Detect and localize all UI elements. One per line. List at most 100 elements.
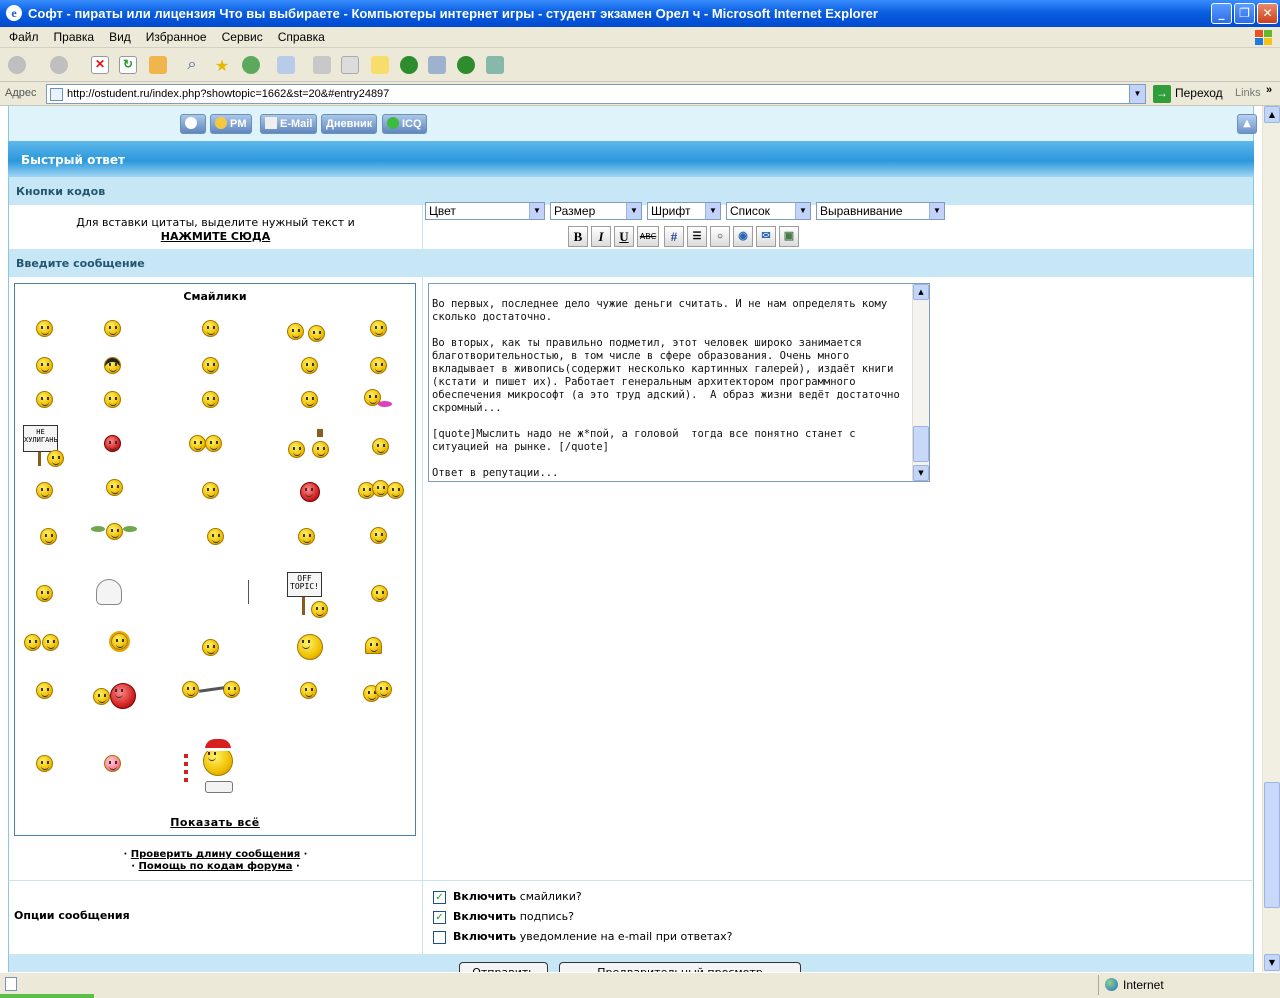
message-textarea[interactable]: Во первых, последнее дело чужие деньги с… <box>428 283 930 482</box>
email-icon[interactable]: ✉ <box>756 226 776 247</box>
stop-icon[interactable]: ✕ <box>91 56 109 74</box>
rolleyes-icon[interactable] <box>202 357 219 374</box>
angel-icon[interactable] <box>106 523 123 540</box>
cheers-icon[interactable] <box>308 325 325 342</box>
close-button[interactable]: ✕ <box>1257 3 1278 24</box>
bold-button[interactable]: B <box>568 226 588 247</box>
lookdown-icon[interactable] <box>297 634 323 660</box>
scroll-down-icon[interactable]: ▼ <box>913 465 929 481</box>
devil-icon[interactable] <box>300 482 320 502</box>
offtopic-face-icon[interactable] <box>311 601 328 618</box>
preview-button[interactable]: Предварительный просмотр <box>559 962 801 972</box>
message-scrollbar[interactable]: ▲ ▼ <box>912 284 929 481</box>
bullet-icon[interactable]: ○ <box>710 226 730 247</box>
icq-button[interactable]: ICQ <box>382 114 427 134</box>
gang-icon[interactable] <box>375 681 392 698</box>
sun-icon[interactable] <box>111 633 128 650</box>
check-length-link[interactable]: Проверить длину сообщения <box>131 849 300 860</box>
worried-icon[interactable] <box>36 391 53 408</box>
menu-file[interactable]: Файл <box>0 27 45 44</box>
dry-icon[interactable] <box>207 528 224 545</box>
scream-icon[interactable] <box>301 391 318 408</box>
icq-flower-icon[interactable] <box>457 56 475 74</box>
bomb-icon[interactable] <box>110 683 136 709</box>
hugs-icon[interactable] <box>24 634 41 651</box>
tongue-icon[interactable] <box>36 482 53 499</box>
hammer-icon[interactable] <box>288 441 305 458</box>
cheers-icon[interactable] <box>287 323 304 340</box>
scroll-top-icon[interactable]: ▲ <box>1237 114 1257 134</box>
angry-icon[interactable] <box>47 450 64 467</box>
scared-icon[interactable] <box>300 682 317 699</box>
email-button[interactable]: E-Mail <box>260 114 318 134</box>
surprised-icon[interactable] <box>202 391 219 408</box>
fight-icon[interactable] <box>182 681 199 698</box>
unsure-icon[interactable] <box>36 585 53 602</box>
mad-icon[interactable] <box>104 435 121 452</box>
minimize-button[interactable]: _ <box>1211 3 1232 24</box>
happy-icon[interactable] <box>106 479 123 496</box>
forward-icon[interactable] <box>50 56 68 74</box>
thinking-icon[interactable] <box>40 528 57 545</box>
search-icon[interactable]: ⌕ <box>183 56 201 74</box>
fight-icon[interactable] <box>223 681 240 698</box>
profile-button[interactable] <box>180 114 206 134</box>
crying-icon[interactable] <box>370 357 387 374</box>
italic-button[interactable]: I <box>591 226 611 247</box>
scroll-down-icon[interactable]: ▼ <box>1264 954 1280 971</box>
discuss-icon[interactable] <box>371 56 389 74</box>
biggrin-icon[interactable] <box>370 320 387 337</box>
diary-button[interactable]: Дневник <box>321 114 378 134</box>
hammer-icon[interactable] <box>312 441 329 458</box>
align-select[interactable]: Выравнивание ▼ <box>816 202 945 220</box>
font-select[interactable]: Шрифт ▼ <box>647 202 721 220</box>
confused-icon[interactable] <box>301 357 318 374</box>
twins-icon[interactable] <box>205 435 222 452</box>
maximize-button[interactable]: ❐ <box>1234 3 1255 24</box>
scroll-up-icon[interactable]: ▲ <box>1264 106 1280 123</box>
ghost-icon[interactable] <box>96 579 122 605</box>
mail-icon[interactable] <box>277 56 295 74</box>
page-scrollbar[interactable]: ▲ ▼ <box>1262 106 1280 972</box>
strike-button[interactable]: ABC <box>637 226 659 247</box>
nerd-icon[interactable] <box>370 527 387 544</box>
submit-button[interactable]: Отправить <box>459 962 548 972</box>
sad-icon[interactable] <box>36 682 53 699</box>
chevron-down-icon[interactable]: ▼ <box>1129 85 1145 103</box>
print-icon[interactable] <box>313 56 331 74</box>
scroll-thumb[interactable] <box>913 426 929 462</box>
refresh-icon[interactable]: ↻ <box>119 56 137 74</box>
pals-icon[interactable] <box>387 482 404 499</box>
blush-icon[interactable] <box>202 482 219 499</box>
hash-button[interactable]: # <box>664 226 684 247</box>
links-toolbar[interactable]: Links <box>1235 87 1261 99</box>
research-icon[interactable] <box>428 56 446 74</box>
image-icon[interactable]: ▣ <box>779 226 799 247</box>
address-input[interactable]: http://ostudent.ru/index.php?showtopic=1… <box>46 84 1146 104</box>
menu-favorites[interactable]: Избранное <box>137 27 213 44</box>
menu-edit[interactable]: Правка <box>45 27 101 44</box>
smile-icon[interactable] <box>36 320 53 337</box>
menu-tools[interactable]: Сервис <box>213 27 269 44</box>
home-icon[interactable] <box>149 56 167 74</box>
page-scroll-thumb[interactable] <box>1264 782 1280 908</box>
twins-icon[interactable] <box>189 435 206 452</box>
smile-icon[interactable] <box>202 320 219 337</box>
crazy-icon[interactable] <box>93 688 110 705</box>
go-button[interactable]: → Переход <box>1153 85 1223 103</box>
icq-icon[interactable] <box>400 56 418 74</box>
scroll-up-icon[interactable]: ▲ <box>913 284 929 300</box>
sleepy-icon[interactable] <box>298 528 315 545</box>
color-select[interactable]: Цвет ▼ <box>425 202 545 220</box>
history-icon[interactable] <box>242 56 260 74</box>
favorites-icon[interactable]: ★ <box>213 56 231 75</box>
hugs-icon[interactable] <box>42 634 59 651</box>
back-icon[interactable] <box>8 56 26 74</box>
laugh-icon[interactable] <box>36 357 53 374</box>
messenger-icon[interactable] <box>486 56 504 74</box>
edit-icon[interactable] <box>341 56 359 74</box>
underline-button[interactable]: U <box>614 226 634 247</box>
angry-face-icon[interactable] <box>36 755 53 772</box>
sleep-icon[interactable] <box>202 639 219 656</box>
menu-help[interactable]: Справка <box>269 27 331 44</box>
